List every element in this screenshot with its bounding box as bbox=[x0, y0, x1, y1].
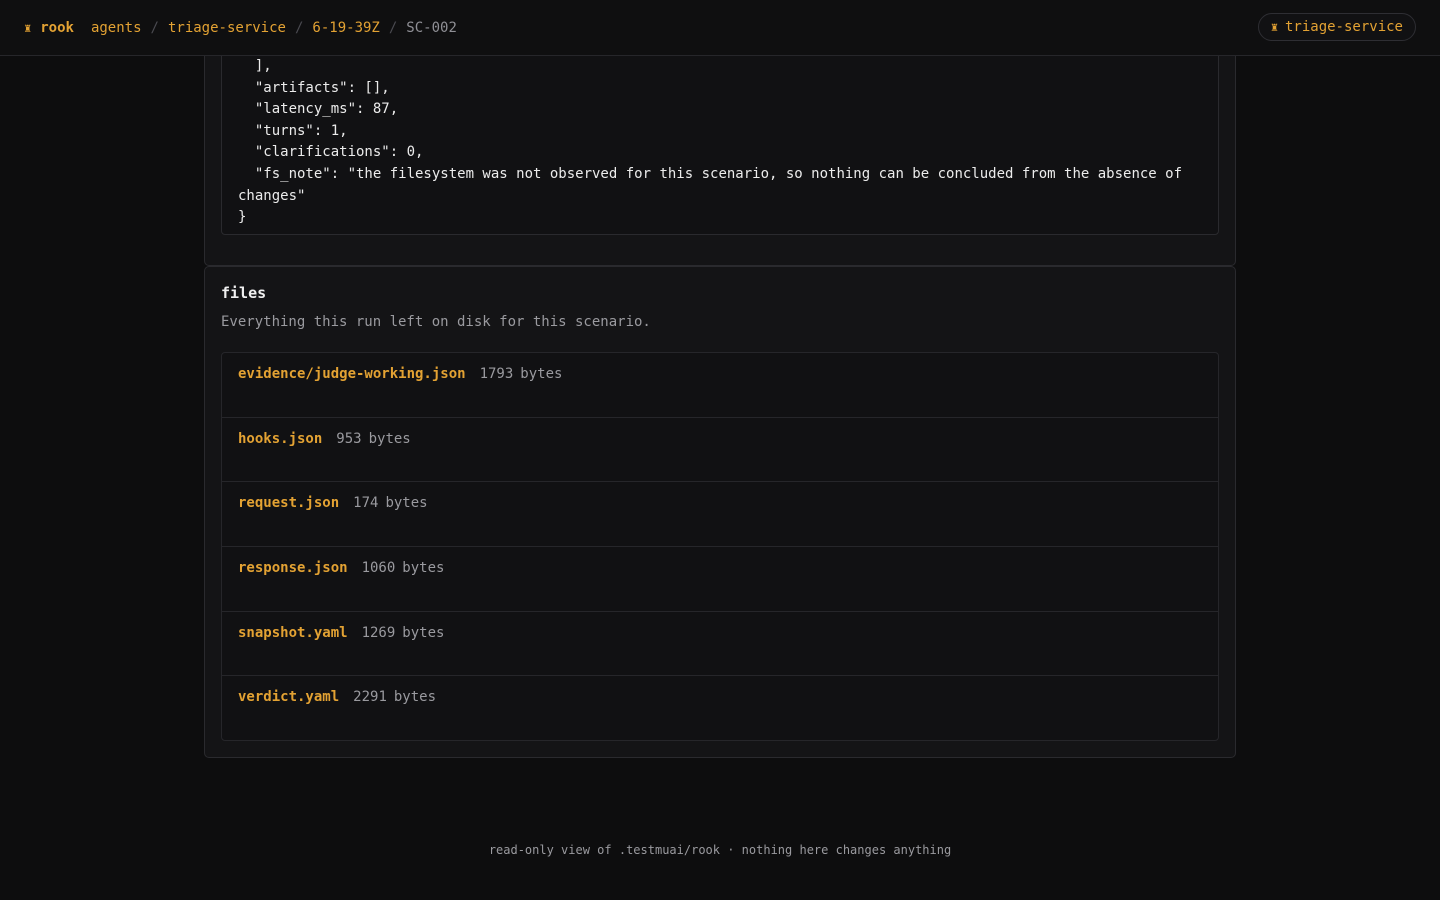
file-link[interactable]: hooks.json bbox=[238, 431, 322, 447]
top-bar: ♜ rook agents / triage-service / 6-19-39… bbox=[0, 0, 1440, 56]
file-row[interactable]: evidence/judge-working.json 1793 bytes bbox=[222, 353, 1218, 418]
file-link[interactable]: response.json bbox=[238, 560, 348, 576]
file-link[interactable]: evidence/judge-working.json bbox=[238, 366, 466, 382]
file-link[interactable]: request.json bbox=[238, 495, 339, 511]
breadcrumb-separator: / bbox=[388, 19, 398, 36]
rook-chess-icon: ♜ bbox=[1270, 20, 1278, 34]
breadcrumb-agent[interactable]: triage-service bbox=[168, 20, 286, 36]
code-line: "clarifications": 0, bbox=[238, 144, 424, 161]
json-output-code: ], "artifacts": [], "latency_ms": 87, "t… bbox=[238, 56, 1198, 229]
breadcrumb-scenario: SC-002 bbox=[406, 19, 457, 36]
file-link[interactable]: snapshot.yaml bbox=[238, 625, 348, 641]
file-link[interactable]: verdict.yaml bbox=[238, 689, 339, 705]
files-description: Everything this run left on disk for thi… bbox=[221, 314, 651, 330]
breadcrumb-separator: / bbox=[294, 19, 304, 36]
file-size: 174 bytes bbox=[353, 495, 428, 512]
breadcrumb-separator: / bbox=[150, 19, 159, 36]
code-line: ], bbox=[238, 58, 272, 74]
code-line: "artifacts": [], bbox=[238, 79, 390, 96]
file-list: evidence/judge-working.json 1793 bytes ho… bbox=[221, 352, 1219, 741]
breadcrumb-run[interactable]: 6-19-39Z bbox=[312, 20, 379, 36]
file-row[interactable]: request.json 174 bytes bbox=[222, 482, 1218, 548]
files-panel: files Everything this run left on disk f… bbox=[204, 266, 1236, 758]
footer-note: read-only view of .testmuai/rook · nothi… bbox=[488, 843, 952, 857]
project-pill[interactable]: ♜ triage-service bbox=[1257, 13, 1416, 41]
breadcrumb: ♜ rook agents / triage-service / 6-19-39… bbox=[24, 0, 457, 55]
file-row[interactable]: response.json 1060 bytes bbox=[222, 547, 1218, 612]
file-row[interactable]: hooks.json 953 bytes bbox=[222, 418, 1218, 483]
project-pill-label: triage-service bbox=[1284, 19, 1403, 35]
code-line: "turns": 1, bbox=[238, 122, 348, 139]
files-heading: files bbox=[221, 284, 267, 302]
rook-chess-icon: ♜ bbox=[24, 20, 32, 35]
file-size: 1793 bytes bbox=[479, 366, 563, 382]
file-size: 1060 bytes bbox=[361, 560, 445, 577]
breadcrumb-agents[interactable]: agents bbox=[91, 20, 142, 36]
file-row[interactable]: verdict.yaml 2291 bytes bbox=[222, 676, 1218, 740]
brand-label: rook bbox=[40, 19, 74, 36]
file-size: 2291 bytes bbox=[353, 689, 437, 706]
file-size: 1269 bytes bbox=[361, 624, 445, 641]
code-line: "fs_note": "the filesystem was not obser… bbox=[238, 165, 1191, 204]
code-line: } bbox=[238, 209, 247, 226]
file-row[interactable]: snapshot.yaml 1269 bytes bbox=[222, 612, 1218, 677]
file-size: 953 bytes bbox=[336, 430, 411, 447]
page: ], "artifacts": [], "latency_ms": 87, "t… bbox=[0, 0, 1440, 900]
brand-link[interactable]: ♜ rook bbox=[24, 20, 74, 36]
code-line: "latency_ms": 87, bbox=[238, 101, 399, 118]
